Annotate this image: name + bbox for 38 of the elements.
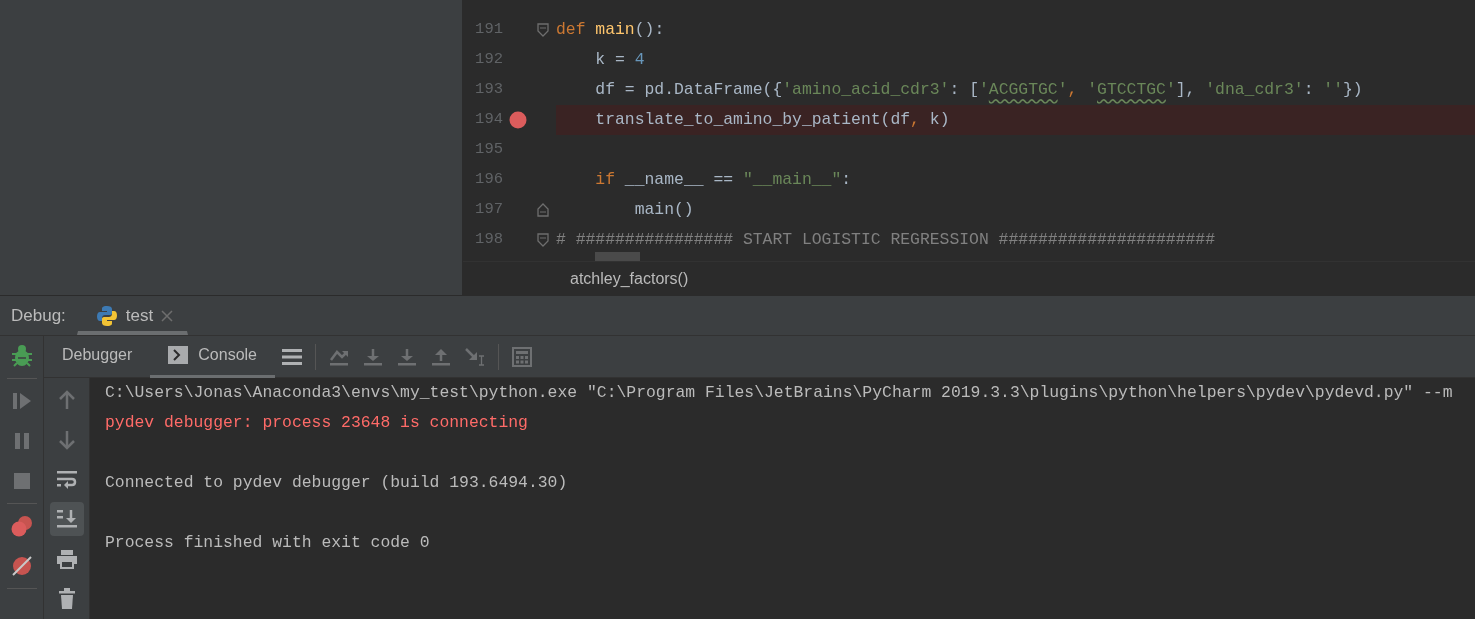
console-line: pydev debugger: process 23648 is connecting [105,412,529,434]
code-line: if __name__ == "__main__": [594,169,852,191]
code-line: main() [633,199,694,221]
python-icon [95,305,118,327]
muted-breakpoint-icon[interactable] [10,555,33,577]
line-number: 191 [474,19,503,41]
debug-bug-icon[interactable] [10,344,33,368]
line-number: 197 [474,199,503,221]
code-line: df = pd.DataFrame({'amino_acid_cdr3': ['ACGGTGC', 'GTCCTGC'], 'dna_cdr3': ''}) [594,79,1363,101]
code-line: translate_to_amino_by_patient(df, k) [594,109,950,131]
menu-icon[interactable] [282,347,302,366]
console-line: Process finished with exit code 0 [105,532,431,554]
line-number: 196 [474,169,503,191]
close-icon[interactable] [161,310,174,322]
scrollbar-thumb[interactable] [595,252,640,261]
code-line: k = 4 [594,49,645,71]
breakpoints-icon[interactable] [10,515,33,537]
line-number: 194 [474,109,503,131]
line-number: 198 [474,229,503,251]
panel-title: Debug: [10,304,67,327]
trash-icon[interactable] [57,588,76,611]
line-number: 195 [474,139,503,161]
code-line: # ################ START LOGISTIC REGRESSION ###################### [556,229,1215,251]
code-line: def main(): [556,19,665,41]
run-tab[interactable]: test [76,300,189,335]
console-line: C:\Users\Jonas\Anaconda3\envs\my_test\python.exe "C:\Program Files\JetBrains\PyCharm 2019.3.3\plugins\python\helpers\pydev\pydevd.py" --m [105,382,1454,404]
soft-wrap-icon[interactable] [55,469,78,490]
fold-icon[interactable] [537,23,549,37]
fold-icon[interactable] [537,233,549,247]
fold-icon[interactable] [537,203,549,217]
printer-icon[interactable] [55,549,78,570]
view-tab[interactable]: Debugger [44,335,151,378]
line-number: 192 [474,49,503,71]
breakpoint-icon[interactable] [509,111,527,129]
scroll-to-end-icon[interactable] [55,509,78,530]
console-line: Connected to pydev debugger (build 193.6494.30) [105,472,569,494]
breadcrumb[interactable]: atchley_factors() [570,266,689,291]
line-number: 193 [474,79,503,101]
